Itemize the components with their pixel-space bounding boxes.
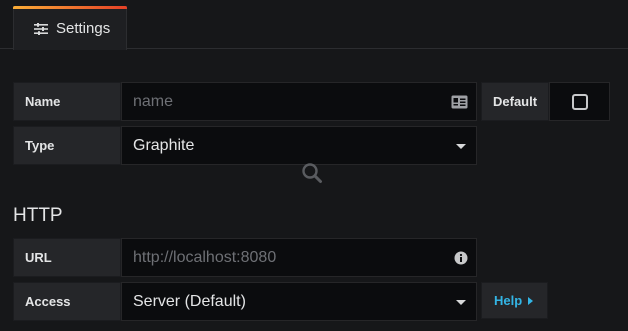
access-label: Access xyxy=(13,282,121,321)
name-input[interactable] xyxy=(133,92,423,111)
url-input[interactable] xyxy=(133,248,423,267)
name-label: Name xyxy=(13,82,121,121)
caret-down-icon xyxy=(456,143,466,149)
type-select[interactable]: Graphite xyxy=(121,126,477,165)
search-icon xyxy=(301,162,323,189)
url-label: URL xyxy=(13,238,121,277)
type-label: Type xyxy=(13,126,121,165)
caret-right-icon xyxy=(528,296,534,305)
access-select-value: Server (Default) xyxy=(133,292,246,310)
tab-bar: Settings xyxy=(0,0,628,50)
caret-down-icon xyxy=(456,299,466,305)
url-field[interactable] xyxy=(121,238,477,277)
tab-settings[interactable]: Settings xyxy=(13,6,127,50)
default-label: Default xyxy=(481,82,549,121)
access-select[interactable]: Server (Default) xyxy=(121,282,477,321)
type-select-value: Graphite xyxy=(133,136,195,154)
default-checkbox-container xyxy=(549,82,610,121)
info-icon[interactable] xyxy=(454,251,468,265)
default-checkbox[interactable] xyxy=(571,93,588,110)
section-title-http: HTTP xyxy=(13,205,63,226)
help-button-label: Help xyxy=(494,293,523,308)
sliders-icon xyxy=(34,22,48,35)
help-button[interactable]: Help xyxy=(481,282,548,319)
id-card-icon xyxy=(451,95,468,109)
tab-settings-label: Settings xyxy=(56,20,111,37)
name-field[interactable] xyxy=(121,82,477,121)
